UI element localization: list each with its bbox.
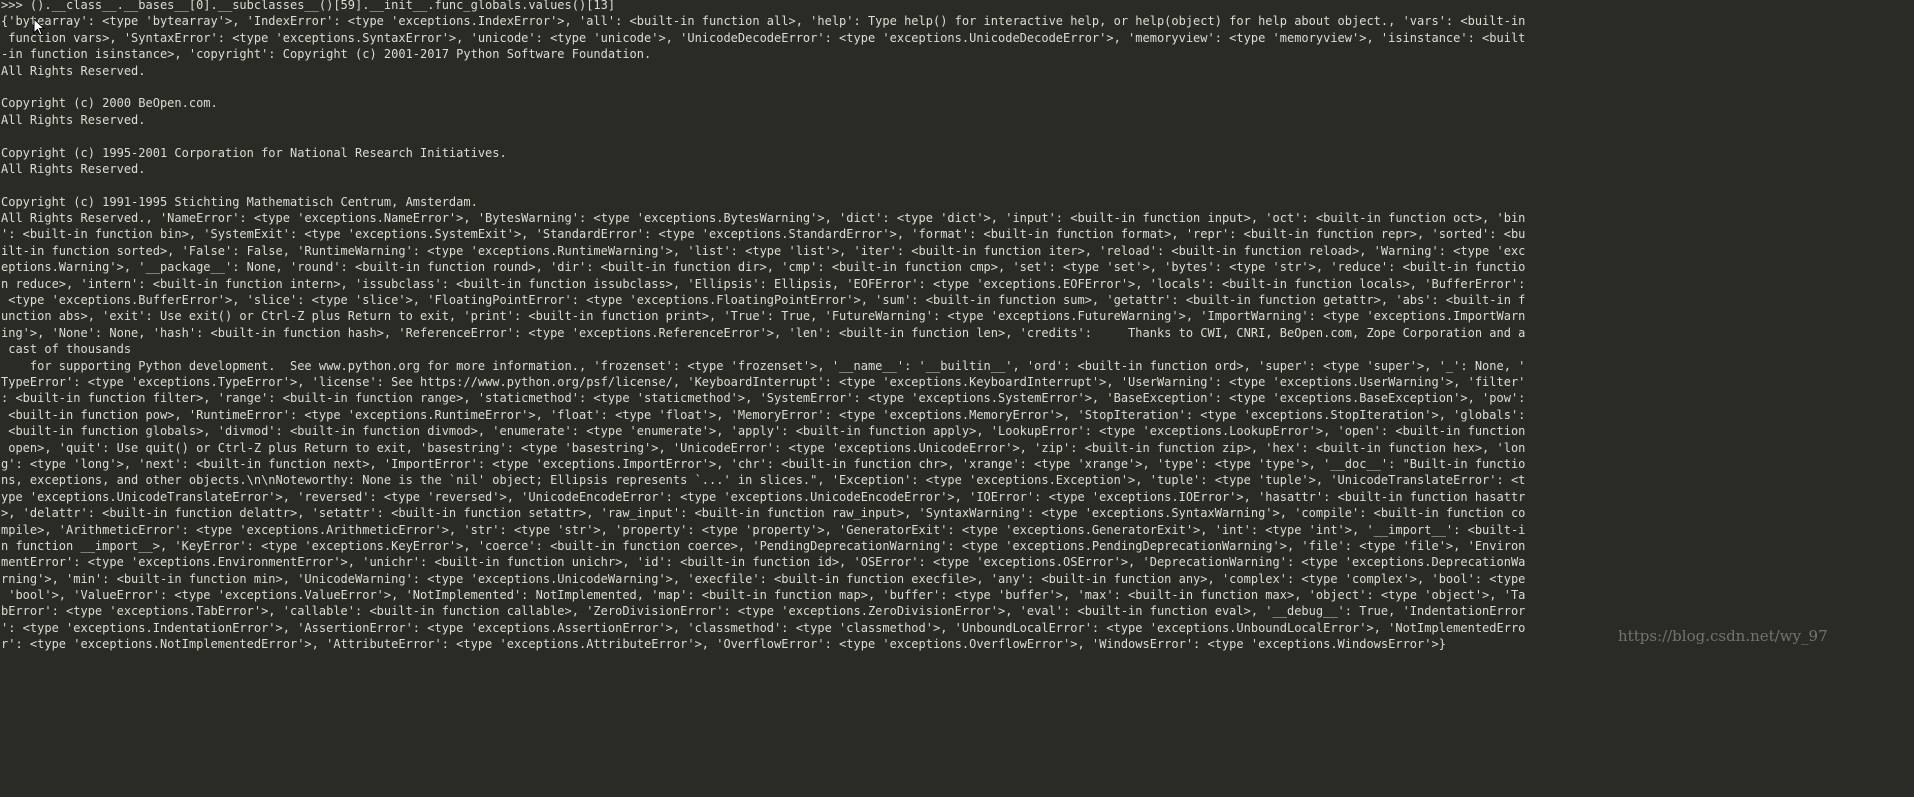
console-line: ing'>, 'None': None, 'hash': <built-in f… [1, 325, 1526, 340]
console-line: All Rights Reserved. [1, 63, 146, 78]
console-line: ype 'exceptions.UnicodeTranslateError'>,… [1, 489, 1526, 504]
console-line: ilt-in function sorted>, 'False': False,… [1, 243, 1526, 258]
console-line: -in function isinstance>, 'copyright': C… [1, 47, 652, 62]
console-line: Copyright (c) 2000 BeOpen.com. [1, 96, 218, 111]
console-line: : <built-in function filter>, 'range': <… [1, 391, 1526, 406]
console-line: unction abs>, 'exit': Use exit() or Ctrl… [1, 309, 1526, 324]
console-line: mentError': <type 'exceptions.Environmen… [1, 555, 1526, 570]
console-line: All Rights Reserved. [1, 161, 146, 176]
console-line: Copyright (c) 1995-2001 Corporation for … [1, 145, 507, 160]
watermark: https://blog.csdn.net/wy_97 [1618, 627, 1828, 645]
console-line: <type 'exceptions.BufferError'>, 'slice'… [1, 293, 1526, 308]
console-line: Copyright (c) 1991-1995 Stichting Mathem… [1, 194, 478, 209]
console-line: TypeError': <type 'exceptions.TypeError'… [1, 374, 1526, 389]
console-line: for supporting Python development. See w… [1, 358, 1526, 373]
console-line: open>, 'quit': Use quit() or Ctrl-Z plus… [1, 440, 1526, 455]
console-line: cast of thousands [1, 342, 132, 357]
console-line: All Rights Reserved., 'NameError': <type… [1, 211, 1526, 226]
console-line: All Rights Reserved. [1, 112, 146, 127]
console-line: r': <type 'exceptions.NotImplementedErro… [1, 637, 1446, 652]
console-line: mpile>, 'ArithmeticError': <type 'except… [1, 522, 1526, 537]
console-line: >, 'delattr': <built-in function delattr… [1, 506, 1526, 521]
console-line: n reduce>, 'intern': <built-in function … [1, 276, 1526, 291]
console-line: function vars>, 'SyntaxError': <type 'ex… [1, 30, 1526, 45]
console-line: rning'>, 'min': <built-in function min>,… [1, 571, 1526, 586]
console-line: n function __import__>, 'KeyError': <typ… [1, 538, 1526, 553]
console-line: eptions.Warning'>, '__package__': None, … [1, 260, 1526, 275]
console-line: ns, exceptions, and other objects.\n\nNo… [1, 473, 1526, 488]
console-line: {'bytearray': <type 'bytearray'>, 'Index… [1, 14, 1526, 29]
console-line: >>> ().__class__.__bases__[0].__subclass… [1, 0, 616, 12]
console-line: g': <type 'long'>, 'next': <built-in fun… [1, 456, 1526, 471]
console-line: ': <built-in function bin>, 'SystemExit'… [1, 227, 1526, 242]
console-line: bError': <type 'exceptions.TabError'>, '… [1, 604, 1526, 619]
mouse-pointer-icon [33, 18, 45, 36]
console-line: 'bool'>, 'ValueError': <type 'exceptions… [1, 588, 1526, 603]
console-line: ': <type 'exceptions.IndentationError'>,… [1, 620, 1526, 635]
console-line: <built-in function globals>, 'divmod': <… [1, 424, 1526, 439]
console-line: <built-in function pow>, 'RuntimeError':… [1, 407, 1526, 422]
console-output[interactable]: >>> ().__class__.__bases__[0].__subclass… [1, 0, 1525, 653]
